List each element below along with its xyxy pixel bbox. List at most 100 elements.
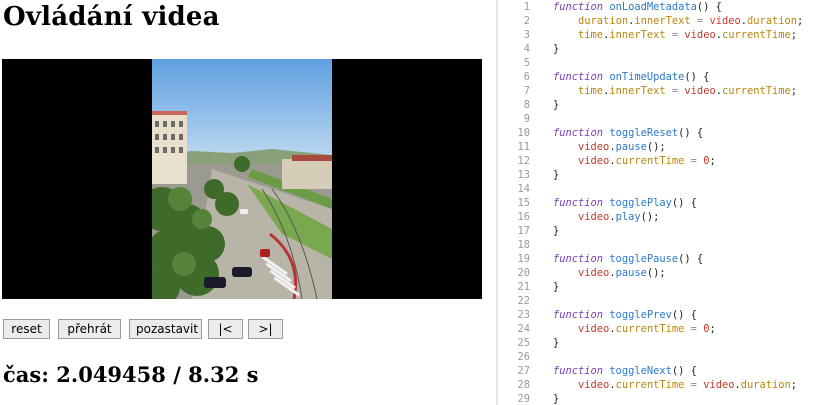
code-line: 3 time.innerText = video.currentTime;	[498, 28, 822, 42]
code-line: 29}	[498, 392, 822, 405]
code-text: function toggleNext() {	[553, 364, 697, 378]
demo-page: Ovládání videa reset přehrát pozastavit …	[0, 0, 495, 405]
code-token: innerText	[609, 85, 666, 97]
code-token: ;	[790, 85, 798, 97]
code-text: }	[553, 224, 559, 238]
line-number: 4	[523, 43, 530, 55]
code-token: =	[665, 29, 685, 41]
code-text: function togglePause() {	[553, 252, 703, 266]
line-number: 8	[523, 99, 530, 111]
line-number: 16	[517, 211, 530, 223]
code-token: () {	[671, 197, 697, 209]
line-number: 19	[517, 253, 530, 265]
code-token: function	[553, 309, 610, 321]
video-frame	[152, 59, 332, 299]
code-token: }	[553, 393, 560, 405]
line-number: 26	[517, 351, 530, 363]
code-text: time.innerText = video.currentTime;	[553, 84, 797, 98]
code-line: 18	[498, 238, 822, 252]
code-token: video	[684, 85, 716, 97]
code-line: 11 video.pause();	[498, 140, 822, 154]
line-number: 21	[517, 281, 530, 293]
line-number: 20	[517, 267, 530, 279]
code-token: currentTime	[721, 29, 791, 41]
code-token: duration	[740, 379, 791, 391]
code-editor[interactable]: 1 function onLoadMetadata() {2 duration.i…	[498, 0, 822, 405]
code-text: }	[553, 168, 559, 182]
code-text: function onLoadMetadata() {	[553, 0, 722, 14]
code-line: 10 function toggleReset() {	[498, 126, 822, 140]
code-line: 20 video.pause();	[498, 266, 822, 280]
code-token: video	[578, 155, 610, 167]
code-token: }	[553, 337, 560, 349]
line-number: 25	[517, 337, 530, 349]
code-token: =	[684, 155, 704, 167]
code-text: function onTimeUpdate() {	[553, 70, 709, 84]
code-token: function	[553, 1, 610, 13]
code-token: function	[553, 71, 610, 83]
code-text: function togglePrev() {	[553, 308, 697, 322]
code-token: innerText	[634, 15, 691, 27]
code-token: currentTime	[615, 155, 685, 167]
code-line: 9	[498, 112, 822, 126]
code-token: innerText	[609, 29, 666, 41]
code-token: time	[578, 29, 604, 41]
line-number: 14	[517, 183, 530, 195]
reset-button[interactable]: reset	[3, 319, 50, 339]
previous-button[interactable]: |<	[208, 319, 243, 339]
code-token: video	[578, 211, 610, 223]
pause-button[interactable]: pozastavit	[129, 319, 202, 339]
code-line: 17}	[498, 224, 822, 238]
code-line: 19 function togglePause() {	[498, 252, 822, 266]
time-status: čas: 2.049458 / 8.32 s	[3, 362, 258, 387]
next-button[interactable]: >|	[248, 319, 283, 339]
code-text: video.play();	[553, 210, 659, 224]
code-line: 27 function toggleNext() {	[498, 364, 822, 378]
play-button[interactable]: přehrát	[58, 319, 121, 339]
video-player[interactable]	[2, 59, 482, 299]
code-text: video.pause();	[553, 266, 666, 280]
page-title: Ovládání videa	[3, 2, 220, 32]
code-line: 7 time.innerText = video.currentTime;	[498, 84, 822, 98]
code-token: togglePrev	[609, 309, 672, 321]
code-token: function	[553, 197, 610, 209]
code-text: }	[553, 42, 559, 56]
line-number: 23	[517, 309, 530, 321]
code-token: video	[578, 267, 610, 279]
code-token: duration	[746, 15, 798, 27]
code-token: onLoadMetadata	[609, 1, 697, 13]
code-token: }	[553, 225, 560, 237]
line-number: 5	[523, 57, 530, 69]
line-number: 22	[517, 295, 530, 307]
code-text: function toggleReset() {	[553, 126, 703, 140]
code-line: 16 video.play();	[498, 210, 822, 224]
code-token: () {	[684, 71, 710, 83]
code-text: function togglePlay() {	[553, 196, 697, 210]
code-token: }	[553, 281, 560, 293]
code-line: 24 video.currentTime = 0;	[498, 322, 822, 336]
code-token: =	[690, 15, 710, 27]
line-number: 12	[517, 155, 530, 167]
code-token: ;	[790, 379, 798, 391]
code-token: pause	[615, 267, 647, 279]
code-token: video	[703, 379, 735, 391]
line-number: 28	[517, 379, 530, 391]
code-line: 25}	[498, 336, 822, 350]
code-text: }	[553, 336, 559, 350]
code-token: function	[553, 253, 610, 265]
code-token: onTimeUpdate	[609, 71, 685, 83]
code-text: }	[553, 280, 559, 294]
time-label: čas:	[3, 362, 49, 387]
code-token: () {	[678, 253, 704, 265]
code-token: video	[709, 15, 741, 27]
code-text: }	[553, 98, 559, 112]
code-line: 2 duration.innerText = video.duration;	[498, 14, 822, 28]
code-text: video.currentTime = 0;	[553, 322, 716, 336]
code-token: play	[615, 211, 641, 223]
